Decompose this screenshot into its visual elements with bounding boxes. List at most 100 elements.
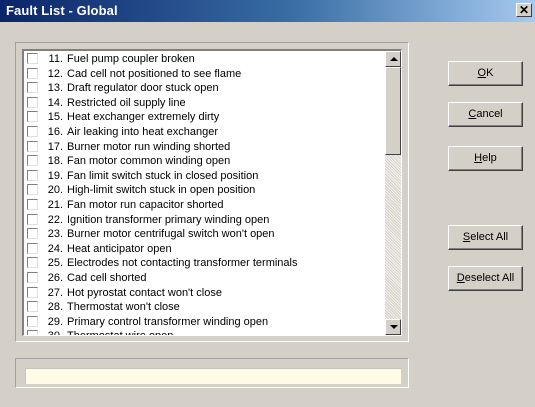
list-item[interactable]: 15. Heat exchanger extremely dirty	[26, 110, 381, 125]
select-all-label: elect All	[470, 231, 509, 243]
list-item[interactable]: 13. Draft regulator door stuck open	[26, 81, 381, 96]
item-number: 20.	[47, 184, 63, 197]
checkbox[interactable]	[27, 286, 38, 298]
checkbox[interactable]	[27, 125, 38, 137]
checkbox[interactable]	[27, 155, 38, 167]
item-number: 28.	[47, 301, 63, 314]
checkbox[interactable]	[27, 213, 38, 225]
list-item[interactable]: 18. Fan motor common winding open	[26, 154, 381, 169]
arrow-down-icon	[390, 325, 398, 329]
item-number: 29.	[47, 315, 63, 328]
checkbox[interactable]	[27, 169, 38, 181]
list-item[interactable]: 12. Cad cell not positioned to see flame	[26, 67, 381, 82]
item-number: 15.	[47, 111, 63, 124]
checkbox[interactable]	[27, 301, 38, 313]
checkbox[interactable]	[27, 198, 38, 210]
arrow-up-icon	[390, 57, 398, 61]
fault-checklist[interactable]: 11. Fuel pump coupler broken 12. Cad cell n…	[22, 49, 402, 336]
checkbox[interactable]	[27, 184, 38, 196]
item-number: 17.	[47, 140, 63, 153]
item-number: 14.	[47, 96, 63, 109]
list-item[interactable]: 22. Ignition transformer primary winding …	[26, 213, 381, 228]
deselect-all-mnemonic: D	[456, 272, 465, 284]
list-item[interactable]: 30. Thermostat wire open	[26, 329, 381, 335]
checkbox[interactable]	[27, 315, 38, 327]
list-item[interactable]: 16. Air leaking into heat exchanger	[26, 125, 381, 140]
item-label: Fuel pump coupler broken	[67, 53, 195, 65]
item-number: 19.	[47, 169, 63, 182]
scroll-down-button[interactable]	[385, 319, 401, 335]
item-label: Thermostat won't close	[67, 301, 180, 314]
item-number: 22.	[47, 213, 63, 226]
scroll-track[interactable]	[385, 155, 401, 319]
item-label: Thermostat wire open	[67, 329, 173, 335]
checkbox[interactable]	[27, 53, 38, 64]
fault-list-rows: 11. Fuel pump coupler broken 12. Cad cell n…	[26, 52, 381, 335]
item-label: Air leaking into heat exchanger	[67, 125, 219, 138]
help-button[interactable]: Help	[448, 146, 523, 171]
item-number: 23.	[47, 228, 63, 241]
item-label: Cad cell shorted	[67, 271, 147, 284]
list-item[interactable]: 17. Burner motor run winding shorted	[26, 140, 381, 155]
ok-button[interactable]: OK	[448, 61, 523, 86]
checkbox[interactable]	[27, 257, 38, 269]
checkbox[interactable]	[27, 242, 38, 254]
select-all-button[interactable]: Select All	[448, 225, 523, 250]
scroll-thumb[interactable]	[385, 67, 401, 155]
item-label: Draft regulator door stuck open	[67, 82, 219, 95]
ok-mnemonic: O	[477, 67, 487, 79]
item-label: Fan motor common winding open	[67, 155, 231, 168]
list-item[interactable]: 25. Electrodes not contacting transformer…	[26, 256, 381, 271]
checkbox[interactable]	[27, 96, 38, 108]
item-label: Ignition transformer primary winding ope…	[67, 213, 270, 226]
item-label: Cad cell not positioned to see flame	[67, 67, 242, 80]
window-title: Fault List - Global	[6, 3, 118, 18]
checkbox[interactable]	[27, 271, 38, 283]
list-item[interactable]: 20. High-limit switch stuck in open posit…	[26, 183, 381, 198]
item-number: 21.	[47, 198, 63, 211]
item-label: Heat anticipator open	[67, 242, 172, 255]
list-item[interactable]: 29. Primary control transformer winding o…	[26, 315, 381, 330]
list-item[interactable]: 24. Heat anticipator open	[26, 242, 381, 257]
deselect-all-button[interactable]: Deselect All	[448, 266, 523, 291]
checkbox[interactable]	[27, 228, 38, 240]
item-number: 25.	[47, 257, 63, 270]
list-item[interactable]: 26. Cad cell shorted	[26, 271, 381, 286]
checkbox[interactable]	[27, 330, 38, 335]
close-button[interactable]: ✕	[516, 3, 532, 17]
deselect-all-label: eselect All	[464, 272, 515, 284]
list-item[interactable]: 27. Hot pyrostat contact won't close	[26, 286, 381, 301]
cancel-button[interactable]: Cancel	[448, 102, 523, 127]
item-number: 30.	[40, 329, 63, 335]
item-number: 12.	[47, 67, 63, 80]
item-number: 26.	[47, 271, 63, 284]
checkbox[interactable]	[27, 67, 38, 79]
cancel-label: ancel	[476, 108, 503, 120]
item-label: Electrodes not contacting transformer te…	[67, 257, 298, 270]
list-item[interactable]: 11. Fuel pump coupler broken	[26, 52, 381, 67]
checkbox[interactable]	[27, 111, 38, 123]
checkbox[interactable]	[27, 82, 38, 94]
item-number: 13.	[47, 82, 63, 95]
item-label: High-limit switch stuck in open position	[67, 184, 256, 197]
list-item[interactable]: 23. Burner motor centrifugal switch won't…	[26, 227, 381, 242]
item-number: 27.	[47, 286, 63, 299]
scroll-up-button[interactable]	[385, 51, 401, 67]
item-label: Primary control transformer winding open	[67, 315, 269, 328]
list-item[interactable]: 19. Fan limit switch stuck in closed posi…	[26, 169, 381, 184]
list-item[interactable]: 28. Thermostat won't close	[26, 300, 381, 315]
list-item[interactable]: 21. Fan motor run capacitor shorted	[26, 198, 381, 213]
title-bar[interactable]: Fault List - Global ✕	[0, 0, 535, 22]
item-number: 24.	[47, 242, 63, 255]
fault-list-dialog: Fault List - Global ✕ 11. Fuel pump coupl…	[0, 0, 535, 407]
checkbox[interactable]	[27, 140, 38, 152]
vertical-scrollbar[interactable]	[385, 51, 401, 335]
list-item[interactable]: 14. Restricted oil supply line	[26, 96, 381, 111]
item-number: 11.	[48, 53, 63, 65]
close-icon: ✕	[518, 3, 530, 17]
item-label: Burner motor run winding shorted	[67, 140, 231, 153]
item-label: Fan motor run capacitor shorted	[67, 198, 224, 211]
item-number: 18.	[47, 155, 63, 168]
status-field	[25, 368, 401, 384]
help-mnemonic: H	[474, 152, 483, 164]
